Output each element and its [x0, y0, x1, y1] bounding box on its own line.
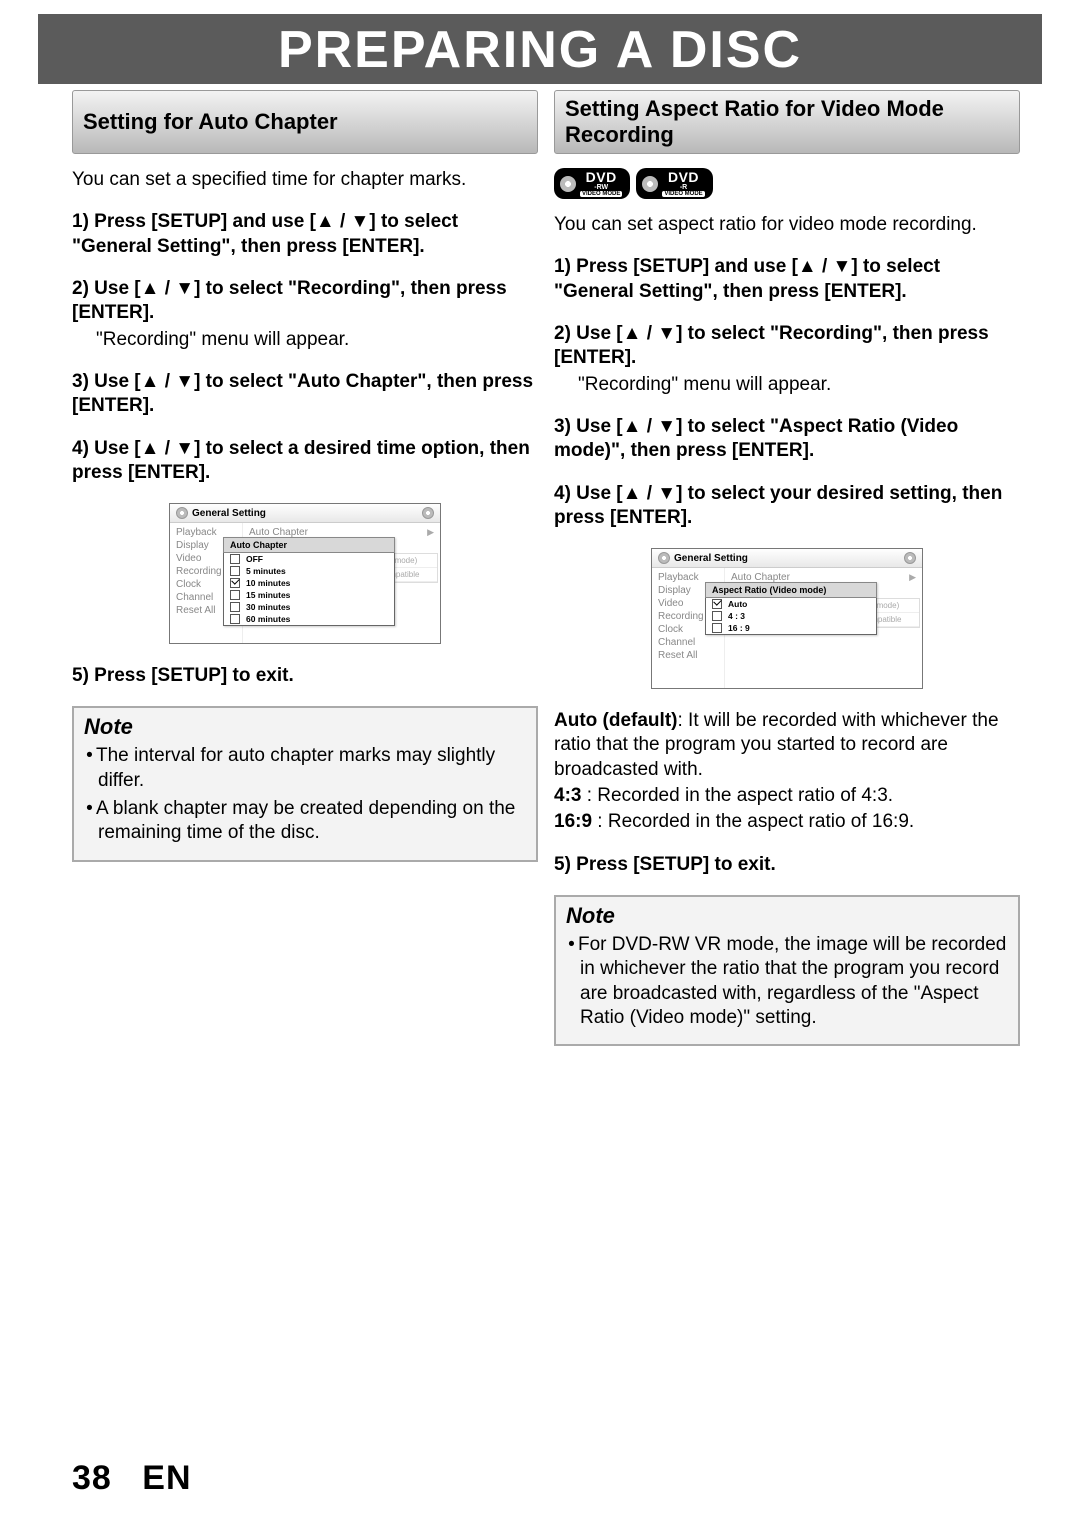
step-1: 1) Press [SETUP] and use [▲ / ▼] to sele…	[72, 210, 538, 259]
step-1: 1) Press [SETUP] and use [▲ / ▼] to sele…	[554, 255, 1020, 304]
section-title-aspect-ratio: Setting Aspect Ratio for Video Mode Reco…	[554, 90, 1020, 154]
two-column-layout: Setting for Auto Chapter You can set a s…	[0, 90, 1080, 1046]
submenu-aspect-ratio: Aspect Ratio (Video mode) Auto 4 : 3 16 …	[705, 582, 877, 635]
note-item: For DVD-RW VR mode, the image will be re…	[580, 933, 1008, 1030]
step-5: 5) Press [SETUP] to exit.	[72, 664, 538, 688]
left-column: Setting for Auto Chapter You can set a s…	[72, 90, 538, 1046]
dvd-rw-badge: DVD-RWVIDEO MODE	[554, 168, 630, 199]
intro-text: You can set aspect ratio for video mode …	[554, 213, 1020, 237]
menu-title-row: General Setting	[170, 504, 440, 523]
menu-title-text: General Setting	[192, 508, 266, 519]
step-2: 2) Use [▲ / ▼] to select "Recording", th…	[72, 277, 538, 352]
page-number: 38	[72, 1459, 112, 1497]
dvd-r-badge: DVD-RVIDEO MODE	[636, 168, 712, 199]
note-title: Note	[84, 714, 526, 740]
gear-icon	[904, 552, 916, 564]
page-banner: PREPARING A DISC	[38, 14, 1042, 84]
desc-auto: Auto (default): It will be recorded with…	[554, 709, 1020, 782]
step-3: 3) Use [▲ / ▼] to select "Aspect Ratio (…	[554, 415, 1020, 464]
desc-169: 16:9 : Recorded in the aspect ratio of 1…	[554, 810, 1020, 834]
gear-icon	[422, 507, 434, 519]
manual-page: PREPARING A DISC Setting for Auto Chapte…	[0, 14, 1080, 1540]
note-list: For DVD-RW VR mode, the image will be re…	[566, 933, 1008, 1030]
submenu-auto-chapter: Auto Chapter OFF 5 minutes 10 minutes 15…	[223, 537, 395, 626]
menu-diagram-auto-chapter: General Setting Playback Display Video R…	[169, 503, 441, 644]
page-language: EN	[142, 1459, 191, 1497]
menu-title-row: General Setting	[652, 549, 922, 568]
note-title: Note	[566, 903, 1008, 929]
step-4: 4) Use [▲ / ▼] to select your desired se…	[554, 482, 1020, 531]
note-list: The interval for auto chapter marks may …	[84, 744, 526, 845]
intro-text: You can set a specified time for chapter…	[72, 168, 538, 192]
step-3: 3) Use [▲ / ▼] to select "Auto Chapter",…	[72, 370, 538, 419]
note-item: A blank chapter may be created depending…	[98, 797, 526, 846]
menu-right-area: Auto Chapter▶ deo mode) Compatible Auto …	[243, 523, 440, 643]
page-footer: 38 EN	[72, 1459, 192, 1498]
step-2-sub: "Recording" menu will appear.	[554, 373, 1020, 397]
disc-icon	[560, 176, 576, 192]
note-box-right: Note For DVD-RW VR mode, the image will …	[554, 895, 1020, 1046]
note-box-left: Note The interval for auto chapter marks…	[72, 706, 538, 861]
menu-right-area: Auto Chapter▶ deo mode) Compatible Aspec…	[725, 568, 922, 688]
dvd-badges-row: DVD-RWVIDEO MODE DVD-RVIDEO MODE	[554, 168, 1020, 199]
right-column: Setting Aspect Ratio for Video Mode Reco…	[554, 90, 1020, 1046]
menu-diagram-aspect-ratio: General Setting Playback Display Video R…	[651, 548, 923, 689]
section-title-auto-chapter: Setting for Auto Chapter	[72, 90, 538, 154]
step-2: 2) Use [▲ / ▼] to select "Recording", th…	[554, 322, 1020, 397]
desc-43: 4:3 : Recorded in the aspect ratio of 4:…	[554, 784, 1020, 808]
menu-title-text: General Setting	[674, 553, 748, 564]
step-2-sub: "Recording" menu will appear.	[72, 328, 538, 352]
note-item: The interval for auto chapter marks may …	[98, 744, 526, 793]
step-4: 4) Use [▲ / ▼] to select a desired time …	[72, 437, 538, 486]
gear-icon	[176, 507, 188, 519]
step-5: 5) Press [SETUP] to exit.	[554, 853, 1020, 877]
gear-icon	[658, 552, 670, 564]
disc-icon	[642, 176, 658, 192]
